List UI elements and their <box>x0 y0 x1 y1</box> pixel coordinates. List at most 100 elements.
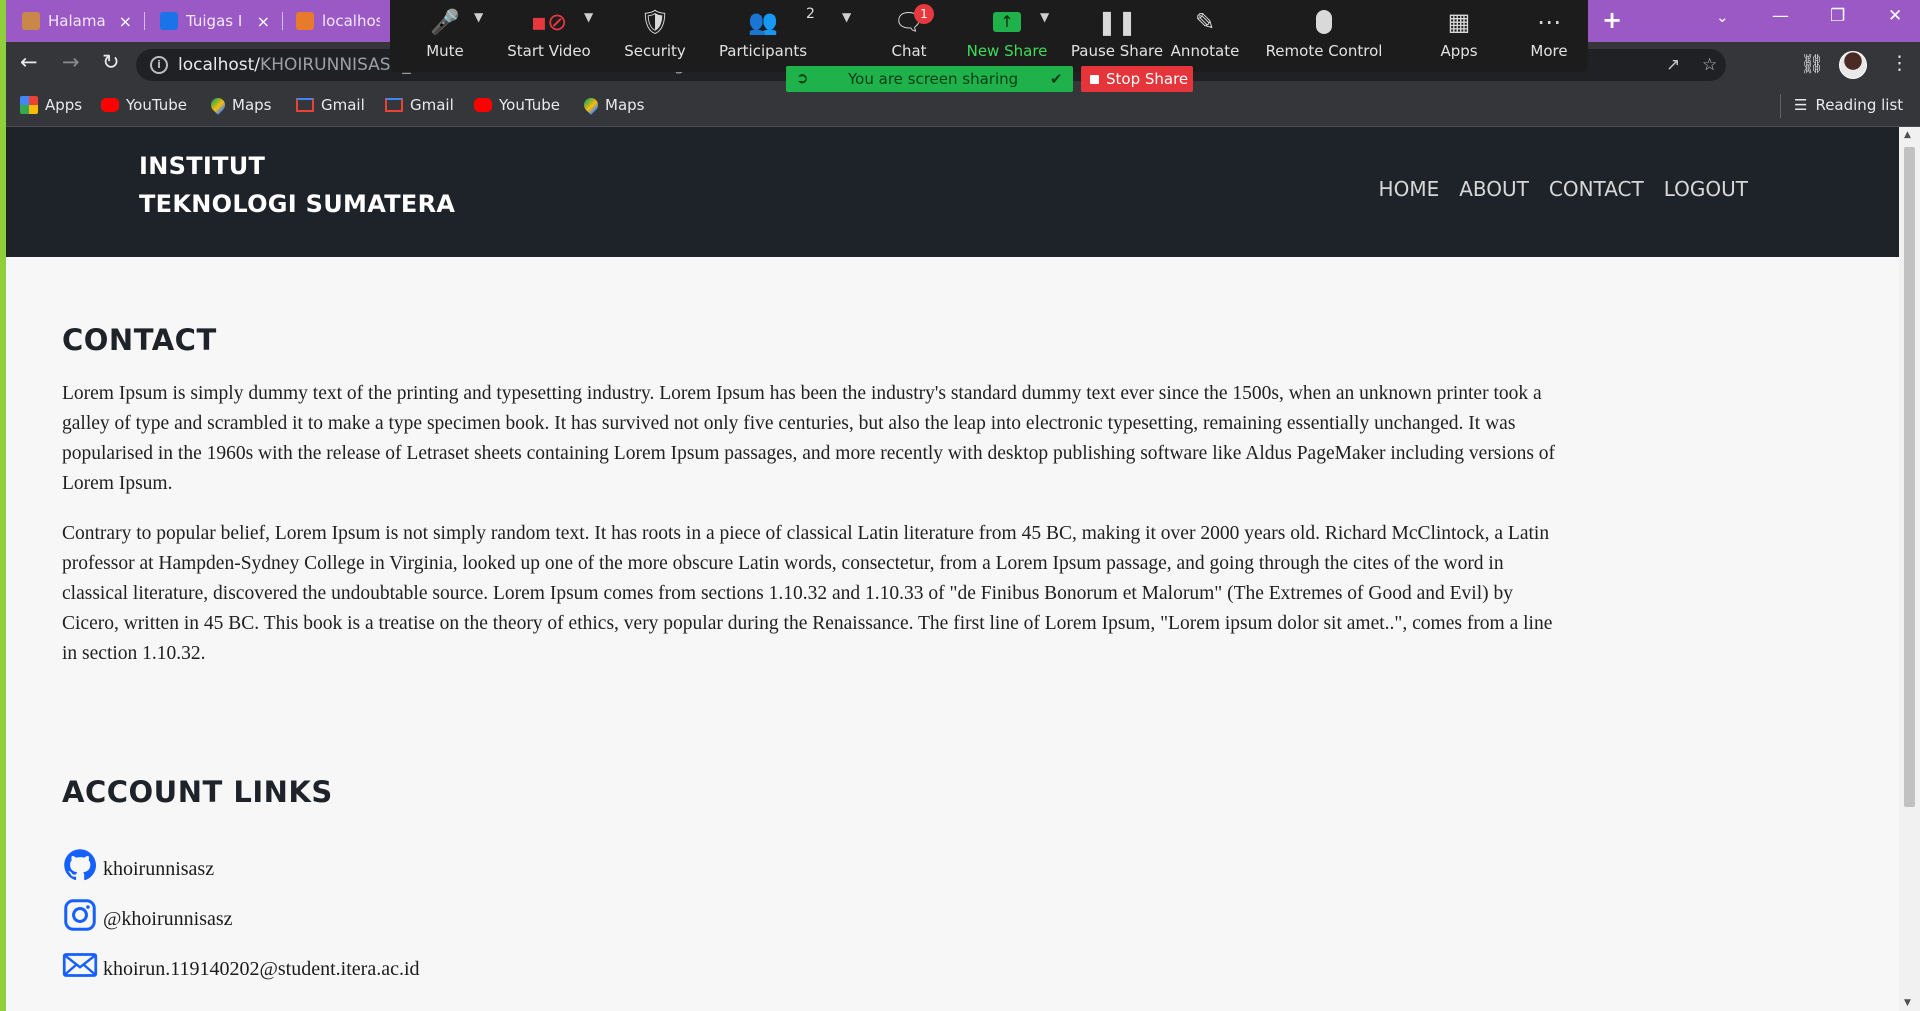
screen-sharing-status: You are screen sharing <box>848 70 1019 88</box>
stop-share-label: Stop Share <box>1106 70 1189 88</box>
zoom-button-label: New Share <box>966 42 1048 60</box>
share-options-chevron-icon[interactable]: ▼ <box>1040 10 1049 24</box>
browser-tab[interactable]: Halama × <box>12 4 140 38</box>
extensions-puzzle-icon[interactable]: ⛓ <box>1800 52 1824 75</box>
nav-logout-link[interactable]: LOGOUT <box>1664 177 1748 201</box>
participants-count: 2 <box>806 6 815 22</box>
minimize-button[interactable]: — <box>1772 6 1789 26</box>
forward-arrow-icon[interactable]: → <box>62 50 80 74</box>
stop-square-icon <box>1090 75 1099 84</box>
maps-pin-icon <box>208 95 228 115</box>
reading-list-icon: ☰ <box>1794 96 1808 114</box>
restore-button[interactable]: ❐ <box>1830 6 1845 26</box>
site-header: INSTITUT TEKNOLOGI SUMATERA HOME ABOUT C… <box>6 127 1899 257</box>
gmail-icon <box>296 98 314 112</box>
site-brand[interactable]: INSTITUT TEKNOLOGI SUMATERA <box>139 147 455 223</box>
zoom-more-button[interactable]: ⋯ More <box>1494 0 1604 60</box>
shield-icon: 🛡 <box>639 8 671 36</box>
zoom-button-label: More <box>1530 42 1568 60</box>
browser-window: Halama × Tuigas I × localhost + ⌄ — ❐ ✕ … <box>6 0 1920 1011</box>
tab-favicon-icon <box>296 12 314 30</box>
stop-share-button[interactable]: Stop Share <box>1081 66 1193 92</box>
email-icon <box>62 953 98 977</box>
tab-favicon-icon <box>160 12 178 30</box>
close-tab-icon[interactable]: × <box>119 12 132 31</box>
zoom-button-label: Participants <box>718 42 808 60</box>
scroll-down-arrow-icon[interactable]: ▼ <box>1904 998 1911 1008</box>
nav-about-link[interactable]: ABOUT <box>1459 177 1529 201</box>
profile-avatar[interactable] <box>1839 51 1867 79</box>
tab-title: Halama <box>48 12 106 30</box>
account-link-email[interactable]: khoirun.119140202@student.itera.ac.id <box>62 933 1572 983</box>
chat-icon: 🗨 <box>893 8 925 36</box>
nav-contact-link[interactable]: CONTACT <box>1549 177 1644 201</box>
close-tab-icon[interactable]: × <box>257 12 270 31</box>
back-arrow-icon[interactable]: ← <box>20 50 38 74</box>
github-icon <box>64 849 97 881</box>
video-options-chevron-icon[interactable]: ▼ <box>584 10 593 24</box>
zoom-meeting-toolbar: 🎤 Mute ▼ ▪⊘ Start Video ▼ 🛡 Security 👥 P… <box>390 0 1588 72</box>
site-info-icon[interactable]: i <box>150 56 168 74</box>
site-menu: HOME ABOUT CONTACT LOGOUT <box>1379 177 1748 201</box>
bookmark-apps[interactable]: Apps <box>20 96 82 114</box>
screen-sharing-banner[interactable]: ➲ You are screen sharing ✔ <box>786 66 1073 92</box>
reload-icon[interactable]: ↻ <box>102 50 120 74</box>
bookmark-label: Maps <box>605 96 645 114</box>
account-links-heading: ACCOUNT LINKS <box>62 775 333 809</box>
account-links-list: khoirunnisasz @khoirunnisasz khoirun.119… <box>62 833 1572 983</box>
sharing-leaf-icon: ➲ <box>796 69 809 87</box>
scroll-up-arrow-icon[interactable]: ▲ <box>1904 130 1911 140</box>
bookmarks-divider <box>1780 94 1781 118</box>
bookmark-label: Maps <box>232 96 272 114</box>
browser-tab-active[interactable]: localhost <box>286 4 390 38</box>
close-window-button[interactable]: ✕ <box>1888 6 1902 26</box>
browser-tab[interactable]: Tuigas I × <box>150 4 278 38</box>
tab-favicon-icon <box>22 12 40 30</box>
web-page: INSTITUT TEKNOLOGI SUMATERA HOME ABOUT C… <box>6 127 1899 1011</box>
account-link-github[interactable]: khoirunnisasz <box>62 833 1572 883</box>
nav-home-link[interactable]: HOME <box>1379 177 1440 201</box>
share-page-icon[interactable]: ↗ <box>1666 55 1680 75</box>
reading-list-label: Reading list <box>1815 96 1904 114</box>
bookmark-gmail[interactable]: Gmail <box>296 96 365 114</box>
brand-line-1: INSTITUT <box>139 152 266 180</box>
bookmark-youtube[interactable]: YouTube <box>474 96 560 114</box>
zoom-start-video-button[interactable]: ▪⊘ Start Video <box>494 0 604 60</box>
tab-title: localhost <box>322 12 380 30</box>
bookmark-label: Gmail <box>321 96 365 114</box>
scrollbar-thumb[interactable] <box>1904 147 1915 807</box>
participants-icon: 👥 <box>748 8 778 36</box>
page-scrollbar[interactable]: ▲ ▼ <box>1899 127 1920 1011</box>
bookmark-label: YouTube <box>126 96 187 114</box>
reading-list-button[interactable]: ☰ Reading list <box>1780 94 1904 118</box>
browser-menu-icon[interactable]: ⋮ <box>1890 52 1909 74</box>
zoom-button-label: Chat <box>891 42 927 60</box>
zoom-button-label: Remote Control <box>1265 42 1383 60</box>
zoom-mute-button[interactable]: 🎤 Mute <box>390 0 500 60</box>
zoom-annotate-button[interactable]: ✎ Annotate <box>1150 0 1260 60</box>
bookmark-youtube[interactable]: YouTube <box>101 96 187 114</box>
new-tab-button[interactable]: + <box>1602 6 1622 34</box>
contact-heading: CONTACT <box>62 323 217 357</box>
bookmark-maps[interactable]: Maps <box>208 95 272 115</box>
github-username[interactable]: khoirunnisasz <box>103 858 214 881</box>
email-address[interactable]: khoirun.119140202@student.itera.ac.id <box>103 958 420 981</box>
account-link-instagram[interactable]: @khoirunnisasz <box>62 883 1572 933</box>
apps-grid-icon <box>20 96 38 114</box>
tab-search-chevron-icon[interactable]: ⌄ <box>1716 8 1729 26</box>
gmail-icon <box>385 98 403 112</box>
bookmark-star-icon[interactable]: ☆ <box>1702 55 1717 75</box>
zoom-security-button[interactable]: 🛡 Security <box>600 0 710 60</box>
instagram-username[interactable]: @khoirunnisasz <box>103 908 233 931</box>
zoom-chat-button[interactable]: 🗨 Chat <box>854 0 964 60</box>
bookmark-gmail[interactable]: Gmail <box>385 96 454 114</box>
contact-paragraph-2: Contrary to popular belief, Lorem Ipsum … <box>62 523 1553 664</box>
bookmark-maps[interactable]: Maps <box>581 95 645 115</box>
zoom-new-share-button[interactable]: ↑ New Share <box>952 0 1062 60</box>
mute-options-chevron-icon[interactable]: ▼ <box>474 10 483 24</box>
zoom-participants-button[interactable]: 👥 Participants <box>708 0 818 60</box>
zoom-remote-control-button[interactable]: Remote Control <box>1254 0 1394 60</box>
tab-title: Tuigas I <box>186 12 243 30</box>
participants-options-chevron-icon[interactable]: ▼ <box>842 10 851 24</box>
zoom-button-label: Annotate <box>1170 42 1240 60</box>
